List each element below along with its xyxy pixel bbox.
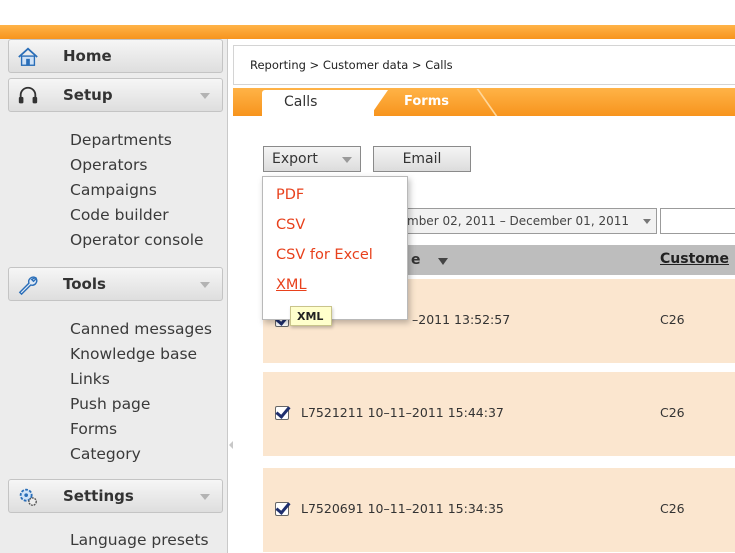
row-checkbox[interactable] bbox=[275, 406, 289, 420]
sidebar-section-label: Home bbox=[63, 47, 112, 65]
tab-label: Calls bbox=[284, 94, 318, 110]
row-checkbox[interactable] bbox=[275, 502, 289, 516]
table-row[interactable]: L7520691 10–11–2011 15:34:35 C26 bbox=[263, 468, 735, 552]
export-menu: PDF CSV CSV for Excel XML bbox=[262, 176, 408, 320]
headset-icon bbox=[18, 86, 38, 104]
sidebar-item-operator-console[interactable]: Operator console bbox=[70, 231, 204, 249]
column-header-customer[interactable]: Custome bbox=[660, 251, 729, 267]
chevron-down-icon[interactable] bbox=[200, 93, 210, 99]
email-label: Email bbox=[402, 151, 442, 167]
sidebar: Home Setup Departments Operators Campaig… bbox=[0, 39, 228, 553]
export-menu-item-csv-excel[interactable]: CSV for Excel bbox=[276, 247, 373, 263]
chevron-down-icon bbox=[643, 219, 651, 224]
sidebar-item-links[interactable]: Links bbox=[70, 370, 110, 388]
row-datetime: –2011 13:52:57 bbox=[412, 312, 511, 327]
tab-calls[interactable]: Calls bbox=[262, 90, 374, 116]
sidebar-section-tools[interactable]: Tools bbox=[8, 267, 223, 301]
tab-forms[interactable]: Forms bbox=[404, 94, 449, 109]
email-button[interactable]: Email bbox=[373, 146, 471, 172]
row-customer: C26 bbox=[660, 312, 685, 327]
sidebar-section-settings[interactable]: Settings bbox=[8, 479, 223, 513]
export-menu-item-pdf[interactable]: PDF bbox=[276, 187, 304, 203]
sidebar-section-label: Setup bbox=[63, 86, 113, 104]
row-id-datetime: L7521211 10–11–2011 15:44:37 bbox=[301, 405, 504, 420]
sidebar-item-forms[interactable]: Forms bbox=[70, 420, 117, 438]
chevron-down-icon[interactable] bbox=[200, 282, 210, 288]
tab-divider bbox=[370, 90, 388, 116]
sidebar-item-language-presets[interactable]: Language presets bbox=[70, 531, 209, 549]
wrench-icon bbox=[18, 276, 38, 296]
column-header-date[interactable]: e bbox=[411, 252, 421, 268]
sidebar-item-code-builder[interactable]: Code builder bbox=[70, 206, 169, 224]
sidebar-item-push-page[interactable]: Push page bbox=[70, 395, 150, 413]
chevron-down-icon[interactable] bbox=[200, 494, 210, 500]
date-range-value: mber 02, 2011 – December 01, 2011 bbox=[407, 214, 629, 228]
row-id-datetime: L7520691 10–11–2011 15:34:35 bbox=[301, 501, 504, 516]
sidebar-item-campaigns[interactable]: Campaigns bbox=[70, 181, 157, 199]
sidebar-section-setup[interactable]: Setup bbox=[8, 78, 223, 112]
gears-icon bbox=[19, 488, 37, 506]
export-menu-item-csv[interactable]: CSV bbox=[276, 217, 305, 233]
sidebar-item-canned-messages[interactable]: Canned messages bbox=[70, 320, 212, 338]
date-range-select[interactable]: mber 02, 2011 – December 01, 2011 bbox=[400, 208, 657, 234]
export-button[interactable]: Export bbox=[263, 146, 361, 172]
sidebar-item-departments[interactable]: Departments bbox=[70, 131, 172, 149]
sort-desc-icon[interactable] bbox=[438, 258, 448, 265]
top-accent-bar bbox=[0, 25, 735, 39]
sidebar-item-knowledge-base[interactable]: Knowledge base bbox=[70, 345, 197, 363]
tooltip: XML bbox=[290, 306, 332, 326]
export-menu-item-xml[interactable]: XML bbox=[276, 277, 307, 293]
row-customer: C26 bbox=[660, 501, 685, 516]
sidebar-item-category[interactable]: Category bbox=[70, 445, 141, 463]
table-row[interactable]: L7521211 10–11–2011 15:44:37 C26 bbox=[263, 372, 735, 456]
search-input[interactable] bbox=[660, 208, 735, 234]
row-customer: C26 bbox=[660, 405, 685, 420]
export-label: Export bbox=[272, 151, 318, 167]
breadcrumb-bar: Reporting > Customer data > Calls bbox=[233, 45, 735, 85]
sidebar-section-home[interactable]: Home bbox=[8, 39, 223, 73]
sidebar-section-label: Settings bbox=[63, 487, 134, 505]
breadcrumb: Reporting > Customer data > Calls bbox=[250, 58, 453, 72]
home-icon bbox=[18, 47, 38, 66]
chevron-down-icon bbox=[342, 157, 352, 163]
sidebar-section-label: Tools bbox=[63, 275, 106, 293]
sidebar-item-operators[interactable]: Operators bbox=[70, 156, 147, 174]
top-spacer bbox=[0, 0, 735, 25]
